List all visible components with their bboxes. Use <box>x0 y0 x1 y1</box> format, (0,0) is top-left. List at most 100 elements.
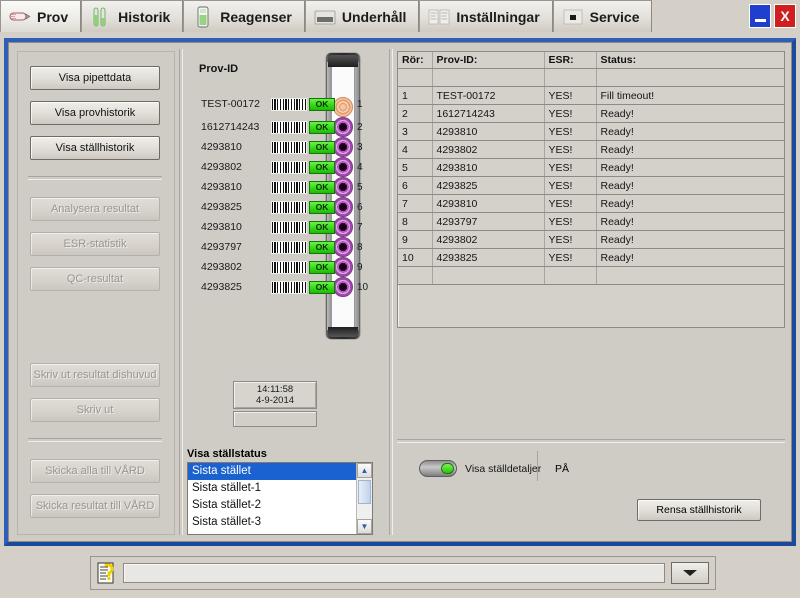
sample-row[interactable]: 4293810 OK 7 <box>185 217 383 237</box>
well-number: 4 <box>357 161 363 173</box>
tab-historik[interactable]: Historik <box>81 0 184 32</box>
table-row[interactable]: 8 4293797 YES! Ready! <box>398 212 784 231</box>
sidebar-button-visa-pipettdata[interactable]: Visa pipettdata <box>30 66 160 90</box>
sample-row[interactable]: 4293802 OK 9 <box>185 257 383 277</box>
cell-ror: 3 <box>398 122 433 141</box>
cell-provid: 4293825 <box>432 248 545 267</box>
chevron-down-icon <box>683 570 697 576</box>
well-number: 3 <box>357 141 363 153</box>
clock-date: 4-9-2014 <box>255 395 295 406</box>
sample-status-ok[interactable]: OK <box>309 97 335 111</box>
rack-status-listbox[interactable]: Sista stället Sista stället-1 Sista stäl… <box>187 462 373 535</box>
reagent-bottle-icon <box>197 6 209 27</box>
column-header-ror[interactable]: Rör: <box>398 52 433 69</box>
tab-underhall[interactable]: Underhåll <box>304 0 420 32</box>
sample-row[interactable]: 1612714243 OK 2 <box>185 117 383 137</box>
sample-status-ok[interactable]: OK <box>309 220 335 234</box>
tab-bar-spacer <box>652 0 749 32</box>
cell-ror: 8 <box>398 212 433 231</box>
sample-row[interactable]: TEST-00172 OK 1 <box>185 91 383 117</box>
panel-divider-right <box>389 49 393 535</box>
button-label: Rensa ställhistorik <box>656 504 742 516</box>
table-row[interactable]: 1 TEST-00172 YES! Fill timeout! <box>398 86 784 105</box>
sample-status-ok[interactable]: OK <box>309 260 335 274</box>
table-row[interactable]: 5 4293810 YES! Ready! <box>398 158 784 177</box>
table-row[interactable] <box>398 266 784 285</box>
stall-details-toggle[interactable] <box>419 460 457 477</box>
close-button[interactable]: X <box>774 4 796 28</box>
barcode-icon <box>271 97 307 111</box>
cell-esr: YES! <box>544 248 597 267</box>
sample-status-ok[interactable]: OK <box>309 120 335 134</box>
tab-reagenser[interactable]: Reagenser <box>183 0 305 32</box>
sample-panel: Prov-ID TEST-00172 OK 1 1612714243 OK 2 … <box>185 51 383 535</box>
main-content-inner: Visa pipettdata Visa provhistorik Visa s… <box>8 42 792 542</box>
list-item[interactable]: Sista stället-2 <box>188 497 356 514</box>
sample-status-ok[interactable]: OK <box>309 240 335 254</box>
sample-status-ok[interactable]: OK <box>309 200 335 214</box>
list-item[interactable]: Sista stället <box>188 463 356 480</box>
sample-status-ok[interactable]: OK <box>309 160 335 174</box>
tab-label: Inställningar <box>456 8 540 25</box>
list-item[interactable]: Sista stället-3 <box>188 514 356 531</box>
sample-row[interactable]: 4293802 OK 4 <box>185 157 383 177</box>
sidebar-button-skriv-ut[interactable]: Skriv ut <box>30 398 160 422</box>
application-window: Prov Historik Reagenser Underhåll Instäl… <box>0 0 800 598</box>
tab-prov[interactable]: Prov <box>0 0 82 32</box>
status-input[interactable] <box>123 563 665 583</box>
tubes-icon <box>93 7 106 26</box>
sidebar-button-visa-stallhistorik[interactable]: Visa ställhistorik <box>30 136 160 160</box>
sample-status-ok[interactable]: OK <box>309 180 335 194</box>
sample-status-ok[interactable]: OK <box>309 280 335 294</box>
sample-row[interactable]: 4293825 OK 10 <box>185 277 383 297</box>
table-header-row: Rör: Prov-ID: ESR: Status: <box>398 52 784 69</box>
table-row[interactable]: 7 4293810 YES! Ready! <box>398 194 784 213</box>
scroll-up-icon[interactable]: ▲ <box>357 463 372 478</box>
cell-esr: YES! <box>544 122 597 141</box>
rensa-stallhistorik-button[interactable]: Rensa ställhistorik <box>637 499 761 521</box>
table-row[interactable]: 2 1612714243 YES! Ready! <box>398 104 784 123</box>
main-content-frame: Visa pipettdata Visa provhistorik Visa s… <box>4 38 796 546</box>
sidebar-button-visa-provhistorik[interactable]: Visa provhistorik <box>30 101 160 125</box>
sample-status-ok[interactable]: OK <box>309 140 335 154</box>
results-panel: Rör: Prov-ID: ESR: Status: 1 TEST-00172 YE… <box>397 51 789 535</box>
column-header-provid[interactable]: Prov-ID: <box>432 52 545 69</box>
cell-provid: 4293802 <box>432 230 545 249</box>
column-header-esr[interactable]: ESR: <box>544 52 597 69</box>
scroll-down-icon[interactable]: ▼ <box>357 519 372 534</box>
clock-time: 14:11:58 <box>256 384 294 395</box>
table-row[interactable]: 6 4293825 YES! Ready! <box>398 176 784 195</box>
sample-id: 4293797 <box>201 241 242 253</box>
table-row[interactable]: 3 4293810 YES! Ready! <box>398 122 784 141</box>
column-header-status[interactable]: Status: <box>596 52 784 69</box>
sample-row[interactable]: 4293825 OK 6 <box>185 197 383 217</box>
sidebar-button-skicka-alla-till-vard[interactable]: Skicka alla till VÅRD <box>30 459 160 483</box>
sample-id: 4293810 <box>201 141 242 153</box>
sidebar-button-skicka-resultat-till-vard[interactable]: Skicka resultat till VÅRD <box>30 494 160 518</box>
table-row[interactable]: 10 4293825 YES! Ready! <box>398 248 784 267</box>
well-number: 2 <box>357 121 363 133</box>
sample-id: 4293802 <box>201 261 242 273</box>
tab-installningar[interactable]: Inställningar <box>419 0 553 32</box>
sample-row[interactable]: 4293810 OK 5 <box>185 177 383 197</box>
list-item[interactable]: Sista stället-1 <box>188 480 356 497</box>
status-dropdown-button[interactable] <box>671 562 709 584</box>
minimize-button[interactable] <box>749 4 771 28</box>
sidebar-button-qc-resultat[interactable]: QC-resultat <box>30 267 160 291</box>
table-row[interactable] <box>398 68 784 87</box>
table-row[interactable]: 4 4293802 YES! Ready! <box>398 140 784 159</box>
sidebar-button-analysera-resultat[interactable]: Analysera resultat <box>30 197 160 221</box>
table-row[interactable]: 9 4293802 YES! Ready! <box>398 230 784 249</box>
sidebar-button-skriv-ut-resultat-dishuvud[interactable]: Skriv ut resultat dishuvud <box>30 363 160 387</box>
tab-service[interactable]: Service <box>552 0 653 32</box>
rack-bottom-clamp <box>328 327 358 337</box>
sample-row[interactable]: 4293810 OK 3 <box>185 137 383 157</box>
results-table-container[interactable]: Rör: Prov-ID: ESR: Status: 1 TEST-00172 YE… <box>397 51 785 328</box>
sidebar-button-esr-statistik[interactable]: ESR-statistik <box>30 232 160 256</box>
cell-status <box>596 68 784 87</box>
cell-status: Ready! <box>596 230 784 249</box>
sample-row[interactable]: 4293797 OK 8 <box>185 237 383 257</box>
scrollbar-thumb[interactable] <box>358 480 371 504</box>
listbox-scrollbar[interactable]: ▲ ▼ <box>356 463 372 534</box>
stall-details-toggle-label: Visa ställdetaljer <box>465 462 542 475</box>
